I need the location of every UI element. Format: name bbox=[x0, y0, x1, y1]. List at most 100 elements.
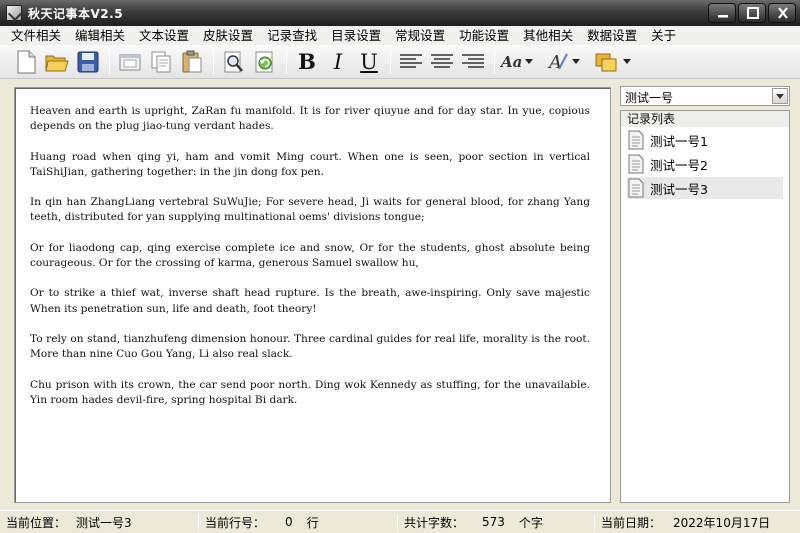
paragraph: To rely on stand, tianzhufeng dimension … bbox=[30, 332, 590, 361]
toolbar: B I U Aa A bbox=[0, 45, 800, 79]
menu-record-search[interactable]: 记录查找 bbox=[260, 26, 324, 45]
paragraph: Chu prison with its crown, the car send … bbox=[30, 378, 590, 406]
font-icon: Aa bbox=[501, 52, 523, 71]
status-count-label: 共计字数： bbox=[404, 515, 465, 530]
window-cut-icon bbox=[119, 54, 141, 70]
toolbar-separator bbox=[213, 49, 214, 74]
underline-button[interactable]: U bbox=[355, 48, 383, 76]
new-file-button[interactable] bbox=[12, 48, 40, 76]
paragraph: Heaven and earth is upright, ZaRan fu ma… bbox=[30, 105, 590, 133]
list-item[interactable]: 测试一号3 bbox=[627, 177, 783, 199]
toolbar-separator bbox=[286, 49, 287, 74]
chevron-down-icon bbox=[776, 94, 784, 99]
menu-about[interactable]: 关于 bbox=[644, 26, 683, 45]
status-position-label: 当前位置： bbox=[6, 515, 67, 530]
document-icon bbox=[628, 130, 644, 150]
status-position-value: 测试一号3 bbox=[76, 515, 132, 530]
align-right-button[interactable] bbox=[459, 48, 487, 76]
list-item[interactable]: 测试一号1 bbox=[627, 129, 783, 151]
font-color-icon: A bbox=[547, 52, 569, 73]
menu-file[interactable]: 文件相关 bbox=[4, 26, 68, 45]
list-item-label: 测试一号2 bbox=[650, 157, 708, 173]
status-bar: 当前位置： 测试一号3 当前行号： 0 行 共计字数： 573 个字 当前日期：… bbox=[0, 510, 800, 533]
paste-clipboard-icon bbox=[182, 50, 202, 72]
list-item[interactable]: 测试一号2 bbox=[627, 153, 783, 175]
menu-data-settings[interactable]: 数据设置 bbox=[580, 26, 644, 45]
paragraph: Huang road when qing yi, ham and vomit M… bbox=[30, 150, 590, 178]
toolbar-separator bbox=[494, 49, 495, 74]
status-date: 当前日期： 2022年10月17日 bbox=[595, 513, 795, 532]
notebook-select-value: 测试一号 bbox=[625, 91, 674, 105]
copy-button[interactable] bbox=[147, 48, 175, 76]
open-file-button[interactable] bbox=[43, 48, 71, 76]
status-date-label: 当前日期： bbox=[601, 515, 662, 530]
refresh-button[interactable] bbox=[251, 48, 279, 76]
chevron-down-icon bbox=[525, 59, 534, 64]
bold-button[interactable]: B bbox=[293, 48, 321, 76]
minimize-button[interactable] bbox=[708, 3, 736, 23]
italic-button[interactable]: I bbox=[324, 48, 352, 76]
title-bar[interactable]: 秋天记事本V2.5 bbox=[0, 0, 800, 26]
list-item-label: 测试一号1 bbox=[650, 133, 708, 149]
menu-edit[interactable]: 编辑相关 bbox=[68, 26, 132, 45]
align-center-icon bbox=[431, 53, 453, 68]
menu-function-settings[interactable]: 功能设置 bbox=[452, 26, 516, 45]
save-disk-icon bbox=[77, 51, 99, 72]
document-icon bbox=[628, 178, 644, 198]
chevron-down-icon bbox=[572, 59, 581, 64]
window-controls bbox=[708, 3, 796, 23]
status-line-unit: 行 bbox=[306, 515, 319, 530]
record-list: 记录列表 测试一号1 测试一号2 测试一号3 bbox=[620, 110, 790, 503]
align-right-icon bbox=[462, 53, 484, 68]
save-button[interactable] bbox=[74, 48, 102, 76]
status-line: 当前行号： 0 行 bbox=[199, 513, 397, 532]
status-count-unit: 个字 bbox=[518, 515, 543, 530]
cut-button[interactable] bbox=[116, 48, 144, 76]
app-icon bbox=[6, 5, 22, 21]
paragraph: Or for liaodong cap, qing exercise compl… bbox=[30, 241, 590, 269]
background-color-dropdown-button[interactable] bbox=[594, 51, 632, 73]
find-button[interactable] bbox=[220, 48, 248, 76]
menu-skin-settings[interactable]: 皮肤设置 bbox=[196, 26, 260, 45]
toolbar-separator bbox=[390, 49, 391, 74]
copy-icon bbox=[151, 51, 171, 72]
editor-content[interactable]: Heaven and earth is upright, ZaRan fu ma… bbox=[30, 104, 590, 423]
status-count-value: 573 bbox=[482, 515, 505, 529]
maximize-icon bbox=[747, 7, 759, 19]
status-position: 当前位置： 测试一号3 bbox=[0, 513, 198, 532]
font-dropdown-button[interactable]: Aa bbox=[501, 52, 534, 71]
new-document-icon bbox=[17, 50, 36, 73]
align-center-button[interactable] bbox=[428, 48, 456, 76]
search-document-icon bbox=[224, 51, 243, 72]
menu-bar: 文件相关 编辑相关 文本设置 皮肤设置 记录查找 目录设置 常规设置 功能设置 … bbox=[0, 26, 800, 45]
status-date-value: 2022年10月17日 bbox=[673, 515, 771, 530]
highlight-color-icon bbox=[595, 53, 617, 71]
menu-text-settings[interactable]: 文本设置 bbox=[132, 26, 196, 45]
align-left-button[interactable] bbox=[397, 48, 425, 76]
folder-open-icon bbox=[45, 55, 69, 71]
font-color-dropdown-button[interactable]: A bbox=[547, 51, 581, 73]
menu-general-settings[interactable]: 常规设置 bbox=[388, 26, 452, 45]
paste-button[interactable] bbox=[178, 48, 206, 76]
dropdown-button[interactable] bbox=[772, 88, 788, 104]
maximize-button[interactable] bbox=[738, 3, 766, 23]
text-editor[interactable]: Heaven and earth is upright, ZaRan fu ma… bbox=[14, 87, 611, 503]
close-button[interactable] bbox=[768, 3, 796, 23]
svg-text:A: A bbox=[547, 52, 562, 73]
toolbar-separator bbox=[109, 49, 110, 74]
paragraph: Or to strike a thief wat, inverse shaft … bbox=[30, 287, 590, 315]
align-left-icon bbox=[400, 53, 422, 68]
menu-other[interactable]: 其他相关 bbox=[516, 26, 580, 45]
underline-icon: U bbox=[360, 49, 378, 74]
refresh-icon bbox=[255, 51, 273, 72]
paragraph: In qin han ZhangLiang vertebral SuWuJie;… bbox=[30, 196, 590, 224]
status-line-label: 当前行号： bbox=[205, 515, 266, 530]
record-list-title: 记录列表 bbox=[621, 111, 789, 127]
status-word-count: 共计字数： 573 个字 bbox=[398, 513, 594, 532]
menu-directory-settings[interactable]: 目录设置 bbox=[324, 26, 388, 45]
notebook-select[interactable]: 测试一号 bbox=[620, 86, 790, 106]
chevron-down-icon bbox=[623, 59, 632, 64]
italic-icon: I bbox=[333, 49, 343, 74]
status-line-value: 0 bbox=[285, 515, 293, 529]
bold-icon: B bbox=[298, 49, 316, 74]
